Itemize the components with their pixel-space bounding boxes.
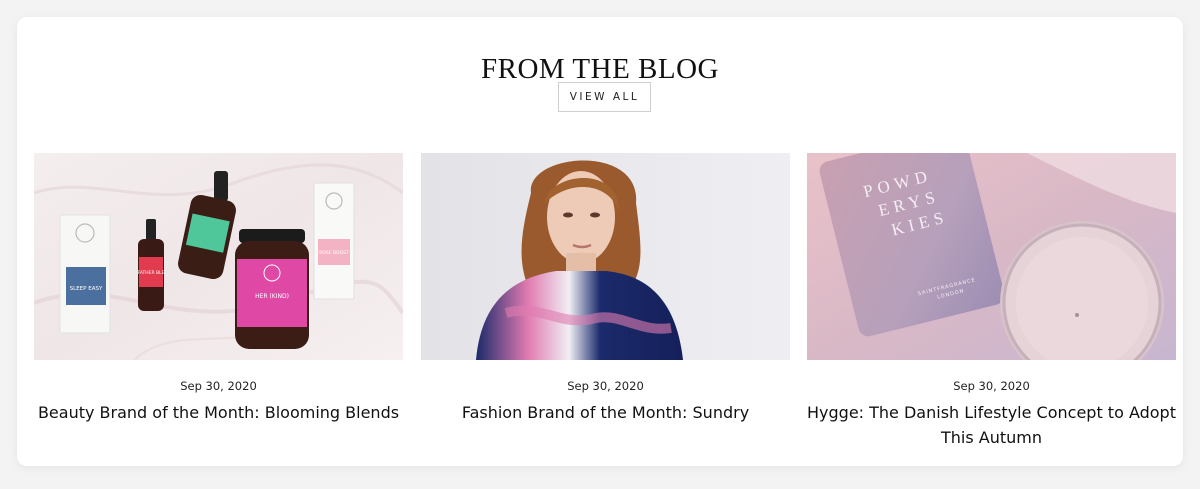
blog-section: FROM THE BLOG VIEW ALL SLEEP EASY FATHER… xyxy=(17,17,1183,466)
candle-image: POWD ERYS KIES SAINTFRAGRANCE LONDON xyxy=(807,153,1176,360)
jar-label: HER (KIND) xyxy=(255,293,289,300)
post-date: Sep 30, 2020 xyxy=(567,379,644,393)
view-all-button[interactable]: VIEW ALL xyxy=(558,82,651,112)
small-bottle-label: FATHER BLE xyxy=(138,270,165,276)
blog-post-card: POWD ERYS KIES SAINTFRAGRANCE LONDON Sep… xyxy=(807,153,1176,450)
post-thumbnail-fashion[interactable] xyxy=(421,153,790,360)
blog-post-card: SLEEP EASY FATHER BLE HER (KIND) ROSE BO… xyxy=(34,153,403,425)
post-date: Sep 30, 2020 xyxy=(953,379,1030,393)
box-right-label: ROSE BOOST xyxy=(319,250,349,256)
post-title-link[interactable]: Beauty Brand of the Month: Blooming Blen… xyxy=(34,400,403,425)
fashion-model-image xyxy=(421,153,790,360)
blog-post-card: Sep 30, 2020 Fashion Brand of the Month:… xyxy=(421,153,790,425)
post-title-link[interactable]: Fashion Brand of the Month: Sundry xyxy=(421,400,790,425)
beauty-products-image: SLEEP EASY FATHER BLE HER (KIND) ROSE BO… xyxy=(34,153,403,360)
box-left-label: SLEEP EASY xyxy=(70,286,103,292)
post-thumbnail-hygge[interactable]: POWD ERYS KIES SAINTFRAGRANCE LONDON xyxy=(807,153,1176,360)
post-thumbnail-beauty[interactable]: SLEEP EASY FATHER BLE HER (KIND) ROSE BO… xyxy=(34,153,403,360)
post-title-link[interactable]: Hygge: The Danish Lifestyle Concept to A… xyxy=(807,400,1176,450)
post-date: Sep 30, 2020 xyxy=(180,379,257,393)
